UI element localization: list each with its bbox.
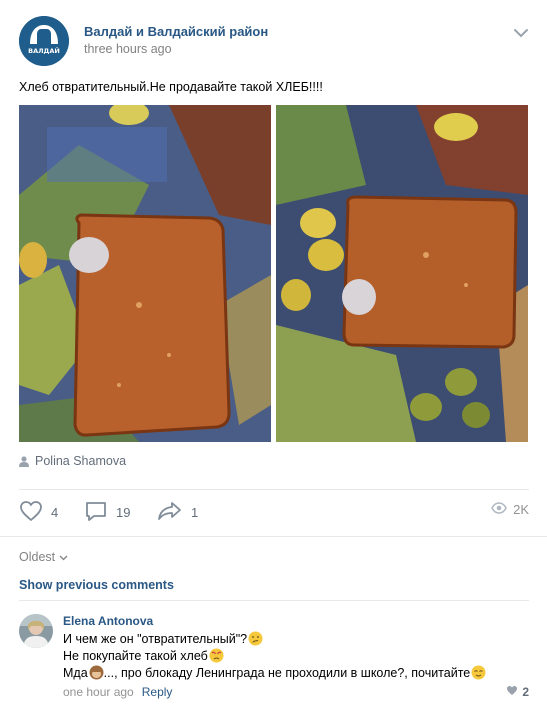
share-button[interactable]: 1: [157, 500, 198, 524]
divider: [0, 536, 547, 537]
comment-like-button[interactable]: 2: [506, 685, 529, 699]
show-previous-comments-link[interactable]: Show previous comments: [19, 578, 174, 592]
chevron-down-icon: [59, 550, 68, 564]
commenter-avatar[interactable]: [19, 614, 53, 648]
divider: [19, 600, 529, 601]
comment-author[interactable]: Elena Antonova: [63, 614, 153, 628]
avatar-logo-text: ВАЛДАЙ: [28, 46, 60, 55]
comment-sort-toggle[interactable]: Oldest: [19, 550, 68, 564]
share-count: 1: [191, 504, 199, 520]
views-count: 2K: [513, 502, 529, 517]
share-icon: [157, 500, 183, 525]
comment-count: 19: [116, 504, 131, 520]
comment-text-line: Мда..., про блокаду Ленинграда не проход…: [63, 665, 486, 680]
post-photo-1[interactable]: [19, 105, 271, 442]
heart-icon: [506, 685, 518, 699]
post-time[interactable]: three hours ago: [84, 42, 172, 56]
photo-author-name: Polina Shamova: [35, 454, 127, 468]
comment-icon: [84, 500, 108, 525]
user-icon: [19, 455, 29, 467]
sad-face-emoji-icon: [209, 648, 224, 663]
post-photo-2[interactable]: [276, 105, 528, 442]
divider: [19, 489, 529, 490]
reply-link[interactable]: Reply: [142, 685, 173, 699]
comment-button[interactable]: 19: [84, 500, 130, 524]
like-button[interactable]: 4: [19, 500, 58, 524]
sort-label: Oldest: [19, 550, 56, 564]
chevron-down-icon[interactable]: [513, 26, 529, 38]
monkey-emoji-icon: [89, 665, 104, 680]
comment-meta: one hour ago Reply: [63, 685, 172, 699]
comment-time[interactable]: one hour ago: [63, 685, 134, 699]
thinking-emoji-icon: [248, 631, 263, 646]
comment-like-count: 2: [522, 685, 529, 699]
community-avatar[interactable]: ВАЛДАЙ: [19, 16, 69, 66]
post-header: ВАЛДАЙ Валдай и Валдайский район three h…: [19, 14, 529, 66]
photo-author[interactable]: Polina Shamova: [19, 454, 126, 468]
relieved-emoji-icon: [471, 665, 486, 680]
eye-icon: [491, 502, 507, 517]
like-count: 4: [51, 504, 59, 520]
comment-text-line: Не покупайте такой хлеб: [63, 648, 224, 663]
community-name[interactable]: Валдай и Валдайский район: [84, 24, 268, 39]
comment-text-line: И чем же он "отвратительный"?: [63, 631, 263, 646]
views-counter: 2K: [491, 502, 529, 517]
heart-icon: [19, 500, 43, 525]
post-text: Хлеб отвратительный.Не продавайте такой …: [19, 80, 323, 94]
comment-item: Elena Antonova И чем же он "отвратительн…: [19, 612, 529, 702]
